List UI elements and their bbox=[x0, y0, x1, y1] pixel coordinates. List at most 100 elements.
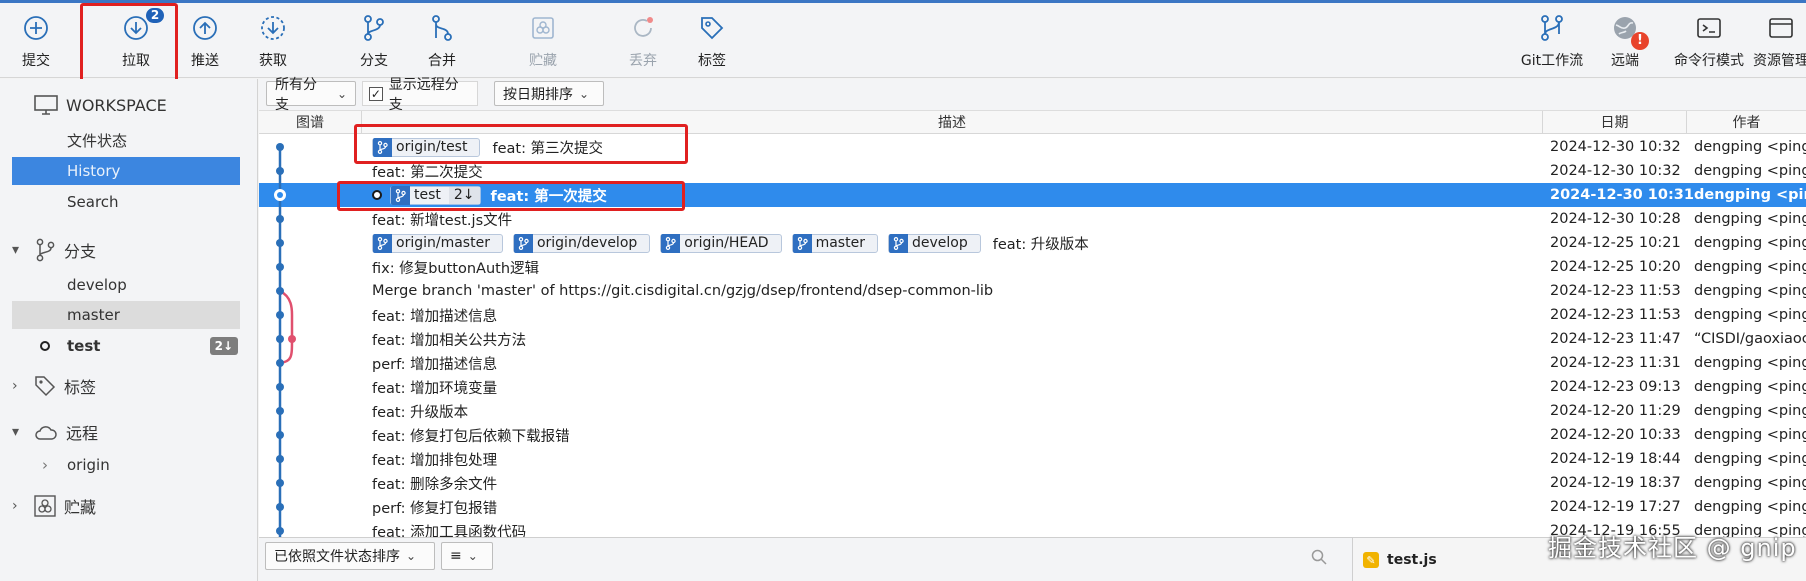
pull-count-badge: 2 bbox=[146, 8, 164, 23]
discard-button[interactable]: 丢弃 bbox=[605, 10, 681, 72]
branch-tag-label: develop bbox=[911, 235, 968, 251]
commit-date: 2024-12-30 10:28 bbox=[1550, 211, 1681, 227]
file-name: test.js bbox=[1387, 552, 1437, 568]
commit-author: dengping <ping bbox=[1694, 211, 1806, 227]
toolbar: 提交 2 拉取 推送 获取 分支 合并 贮藏 丢弃 标签 Git工作流 ! 远端… bbox=[0, 0, 1806, 87]
table-row[interactable]: feat: 升级版本 2024-12-20 11:29 dengping <ping bbox=[259, 399, 1806, 423]
graph-head-node-inner bbox=[277, 192, 283, 198]
stash-header[interactable]: › 贮藏 bbox=[12, 493, 96, 519]
branch-icon bbox=[373, 137, 392, 157]
commit-label: 提交 bbox=[22, 53, 50, 69]
branch-tag[interactable]: origin/master bbox=[372, 233, 503, 253]
column-header-date[interactable]: 日期 bbox=[1543, 111, 1687, 134]
tag-button[interactable]: 标签 bbox=[674, 10, 750, 72]
sidebar-branch-test[interactable]: test 2↓ bbox=[12, 332, 240, 360]
gitflow-button[interactable]: Git工作流 bbox=[1510, 10, 1594, 72]
branch-icon bbox=[661, 233, 681, 253]
modified-file-icon: ✎ bbox=[1363, 552, 1379, 568]
commit-author: dengping <ping bbox=[1694, 427, 1806, 443]
commit-description: fix: 修复buttonAuth逻辑 bbox=[372, 255, 539, 279]
tag-icon bbox=[694, 10, 730, 46]
branch-tag[interactable]: test 2↓ bbox=[390, 185, 481, 205]
terminal-button[interactable]: 命令行模式 bbox=[1664, 10, 1754, 72]
table-row[interactable]: feat: 增加排包处理 2024-12-19 18:44 dengping <pi… bbox=[259, 447, 1806, 471]
commit-message: feat: 删除多余文件 bbox=[372, 476, 498, 493]
branch-tag[interactable]: master bbox=[791, 233, 878, 253]
graph-commit-node bbox=[276, 335, 284, 343]
commit-description: feat: 增加相关公共方法 bbox=[372, 327, 526, 351]
table-row[interactable]: Merge branch 'master' of https://git.cis… bbox=[259, 279, 1806, 303]
push-button[interactable]: 推送 bbox=[167, 10, 243, 72]
graph-merge-node bbox=[288, 335, 296, 343]
file-sort-value: 已依照文件状态排序 bbox=[274, 549, 400, 565]
branch-icon bbox=[391, 185, 410, 205]
branch-label: 分支 bbox=[360, 53, 388, 69]
show-remote-branches-checkbox[interactable]: ✓ 显示远程分支 bbox=[362, 77, 478, 113]
sidebar-item-search[interactable]: Search bbox=[12, 188, 240, 216]
commit-date: 2024-12-30 10:31 bbox=[1550, 187, 1694, 203]
commit-message: feat: 增加描述信息 bbox=[372, 308, 498, 325]
table-row[interactable]: test 2↓ feat: 第一次提交 2024-12-30 10:31 dengpin… bbox=[259, 183, 1806, 207]
file-sort-dropdown[interactable]: 已依照文件状态排序 ⌄ bbox=[265, 542, 435, 570]
table-row[interactable]: feat: 新增test.js文件 2024-12-30 10:28 dengpin… bbox=[259, 207, 1806, 231]
fetch-button[interactable]: 获取 bbox=[235, 10, 311, 72]
remote-button[interactable]: ! 远端 bbox=[1587, 10, 1663, 72]
folder-icon bbox=[1763, 10, 1799, 46]
commit-date: 2024-12-19 18:44 bbox=[1550, 451, 1681, 467]
sidebar-remote-origin[interactable]: › origin bbox=[12, 451, 240, 479]
table-row[interactable]: feat: 第二次提交 2024-12-30 10:32 dengping <pin… bbox=[259, 159, 1806, 183]
commit-date: 2024-12-25 10:21 bbox=[1550, 235, 1681, 251]
explorer-button[interactable]: 资源管理 bbox=[1746, 10, 1806, 72]
merge-button[interactable]: 合并 bbox=[404, 10, 480, 72]
behind-count-badge: 2↓ bbox=[448, 186, 480, 204]
sidebar-item-history[interactable]: History bbox=[12, 157, 240, 185]
remote-alert-badge: ! bbox=[1631, 32, 1649, 50]
commit-button[interactable]: 提交 bbox=[0, 10, 74, 72]
remotes-header[interactable]: ▾ 远程 bbox=[12, 419, 98, 445]
branch-filter-dropdown[interactable]: 所有分支 ⌄ bbox=[266, 77, 356, 113]
stash-icon bbox=[34, 495, 56, 517]
list-icon: ≡ bbox=[450, 548, 462, 564]
table-row[interactable]: feat: 增加描述信息 2024-12-23 11:53 dengping <pi… bbox=[259, 303, 1806, 327]
table-row[interactable]: feat: 删除多余文件 2024-12-19 18:37 dengping <pi… bbox=[259, 471, 1806, 495]
chevron-down-icon: ⌄ bbox=[406, 549, 417, 563]
commit-date: 2024-12-19 17:27 bbox=[1550, 499, 1681, 515]
pull-button[interactable]: 2 拉取 bbox=[98, 8, 174, 72]
sidebar-branch-master[interactable]: master bbox=[12, 301, 240, 329]
graph-commit-node bbox=[276, 143, 284, 151]
branch-tag[interactable]: origin/test bbox=[372, 137, 481, 157]
view-mode-dropdown[interactable]: ≡ ⌄ bbox=[441, 542, 493, 570]
column-header-graph[interactable]: 图谱 bbox=[259, 111, 362, 134]
branch-button[interactable]: 分支 bbox=[336, 10, 412, 72]
branch-tag-label: origin/master bbox=[396, 235, 490, 251]
table-row[interactable]: feat: 增加环境变量 2024-12-23 09:13 dengping <pi… bbox=[259, 375, 1806, 399]
table-row[interactable]: feat: 修复打包后依赖下载报错 2024-12-20 10:33 dengpin… bbox=[259, 423, 1806, 447]
branch-tag[interactable]: origin/develop bbox=[512, 233, 651, 253]
table-row[interactable]: perf: 增加描述信息 2024-12-23 11:31 dengping <pi… bbox=[259, 351, 1806, 375]
table-row[interactable]: feat: 增加相关公共方法 2024-12-23 11:47 “CISDI/gao… bbox=[259, 327, 1806, 351]
sidebar-item-file-status[interactable]: 文件状态 bbox=[12, 126, 240, 154]
table-row[interactable]: origin/master origin/develop origin/HEAD ma… bbox=[259, 231, 1806, 255]
branch-tag-label: origin/HEAD bbox=[684, 235, 769, 251]
branch-tag[interactable]: origin/HEAD bbox=[660, 233, 782, 253]
commit-description: Merge branch 'master' of https://git.cis… bbox=[372, 279, 993, 303]
graph-commit-node bbox=[276, 167, 284, 175]
sidebar-item-label: History bbox=[67, 162, 121, 180]
table-row[interactable]: perf: 修复打包报错 2024-12-19 17:27 dengping <pi… bbox=[259, 495, 1806, 519]
search-icon[interactable] bbox=[1311, 549, 1327, 569]
remote-label: 远端 bbox=[1611, 53, 1639, 69]
column-header-author[interactable]: 作者 bbox=[1687, 111, 1806, 134]
stash-button[interactable]: 贮藏 bbox=[505, 10, 581, 72]
sort-dropdown[interactable]: 按日期排序 ⌄ bbox=[494, 81, 604, 106]
table-row[interactable]: origin/test feat: 第三次提交 2024-12-30 10:32 de… bbox=[259, 135, 1806, 159]
branches-header[interactable]: ▾ 分支 bbox=[12, 237, 96, 263]
commit-description: feat: 第二次提交 bbox=[372, 159, 483, 183]
branch-icon bbox=[792, 233, 812, 253]
column-header-description[interactable]: 描述 bbox=[362, 111, 1543, 134]
branch-tag[interactable]: develop bbox=[887, 233, 981, 253]
sidebar-branch-develop[interactable]: develop bbox=[12, 271, 240, 299]
tags-header[interactable]: › 标签 bbox=[12, 373, 96, 399]
table-row[interactable]: fix: 修复buttonAuth逻辑 2024-12-25 10:20 dengp… bbox=[259, 255, 1806, 279]
commit-author: dengping <ping bbox=[1694, 283, 1806, 299]
commit-description: test 2↓ feat: 第一次提交 bbox=[372, 183, 607, 207]
